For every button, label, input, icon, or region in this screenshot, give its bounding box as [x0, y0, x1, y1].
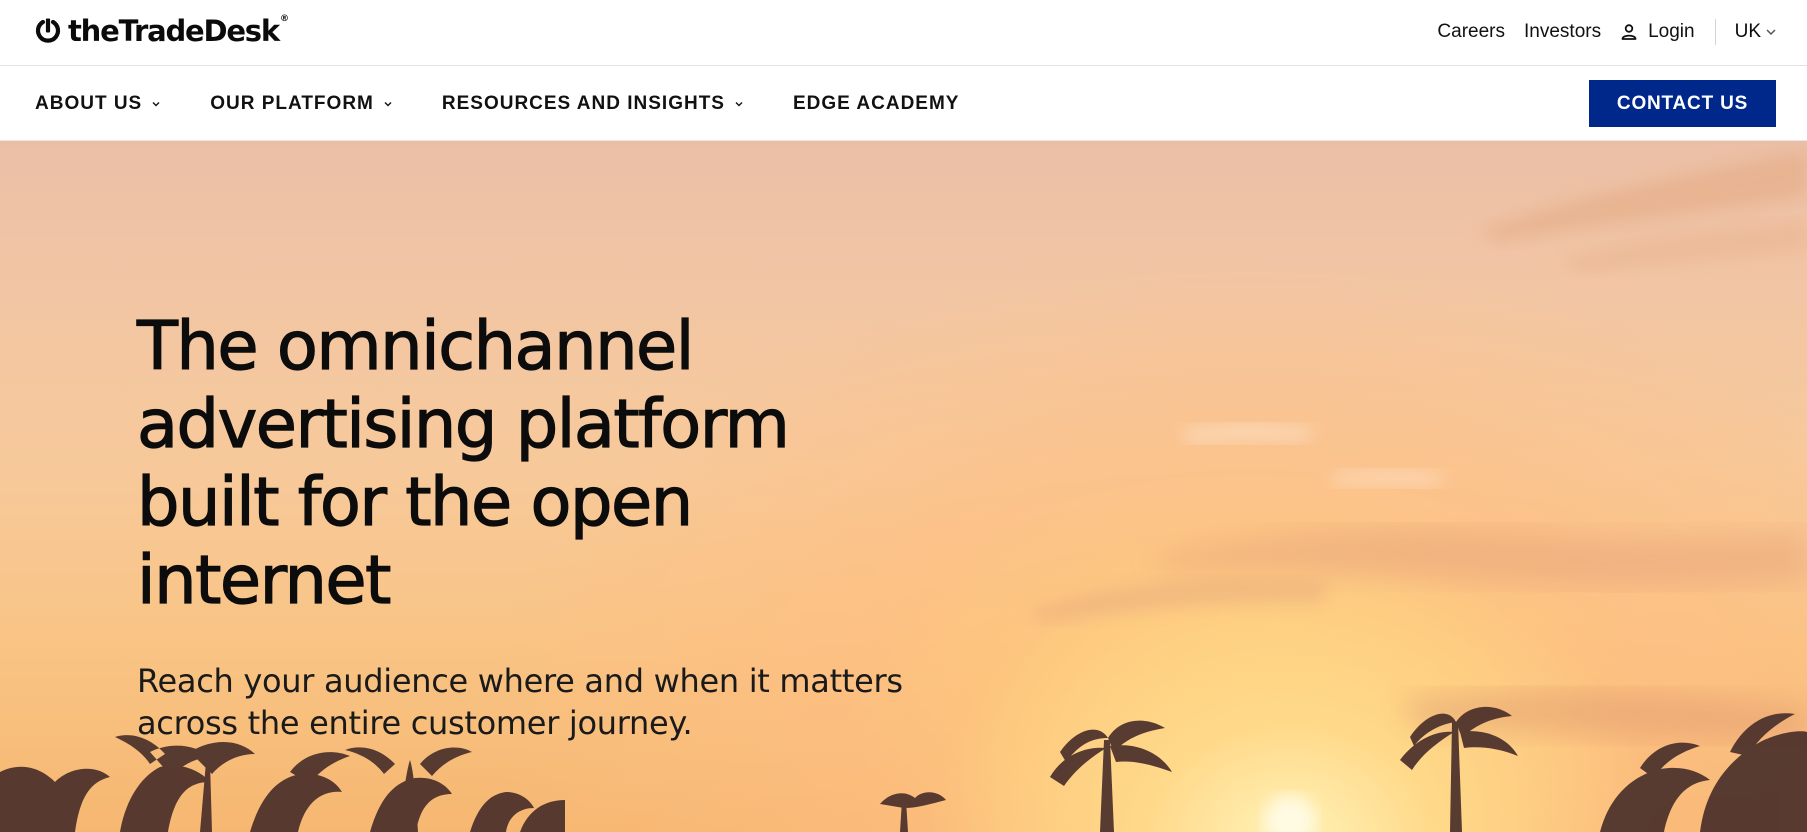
- contact-us-button[interactable]: CONTACT US: [1589, 80, 1776, 127]
- hero-title: The omnichannel advertising platform bui…: [136, 306, 790, 619]
- nav-item-label: EDGE ACADEMY: [792, 92, 960, 114]
- region-selector[interactable]: UK: [1735, 21, 1777, 43]
- main-nav: ABOUT US OUR PLATFORM RESOURCES AND INSI…: [0, 66, 1807, 141]
- logo-mark-icon: [35, 18, 61, 43]
- nav-item-label: ABOUT US: [35, 92, 143, 114]
- chevron-down-icon: [735, 101, 743, 106]
- chevron-down-icon: [384, 101, 392, 106]
- hero-subtitle: Reach your audience where and when it ma…: [137, 662, 903, 742]
- login-label: Login: [1648, 21, 1695, 42]
- hero-section: The omnichannel advertising platform bui…: [0, 141, 1807, 832]
- top-utility-bar: theTradeDesk® Careers Investors Login UK: [0, 0, 1807, 66]
- careers-link[interactable]: Careers: [1437, 21, 1505, 43]
- login-link[interactable]: Login: [1620, 21, 1695, 43]
- nav-item-resources-and-insights[interactable]: RESOURCES AND INSIGHTS: [442, 93, 745, 115]
- nav-item-our-platform[interactable]: OUR PLATFORM: [210, 93, 394, 115]
- chevron-down-icon: [152, 101, 160, 106]
- brand-name: theTradeDesk®: [68, 14, 289, 48]
- nav-item-label: OUR PLATFORM: [210, 92, 374, 114]
- user-icon: [1621, 24, 1637, 40]
- utility-links: Careers Investors Login UK: [1418, 0, 1777, 64]
- nav-item-edge-academy[interactable]: EDGE ACADEMY: [793, 93, 959, 115]
- investors-link[interactable]: Investors: [1524, 21, 1601, 43]
- main-nav-items: ABOUT US OUR PLATFORM RESOURCES AND INSI…: [35, 66, 1007, 141]
- nav-item-label: RESOURCES AND INSIGHTS: [441, 92, 725, 114]
- divider: [1714, 19, 1716, 45]
- brand-logo[interactable]: theTradeDesk®: [34, 14, 289, 48]
- region-label: UK: [1734, 21, 1761, 42]
- nav-item-about-us[interactable]: ABOUT US: [35, 93, 162, 115]
- chevron-down-icon: [1766, 29, 1776, 36]
